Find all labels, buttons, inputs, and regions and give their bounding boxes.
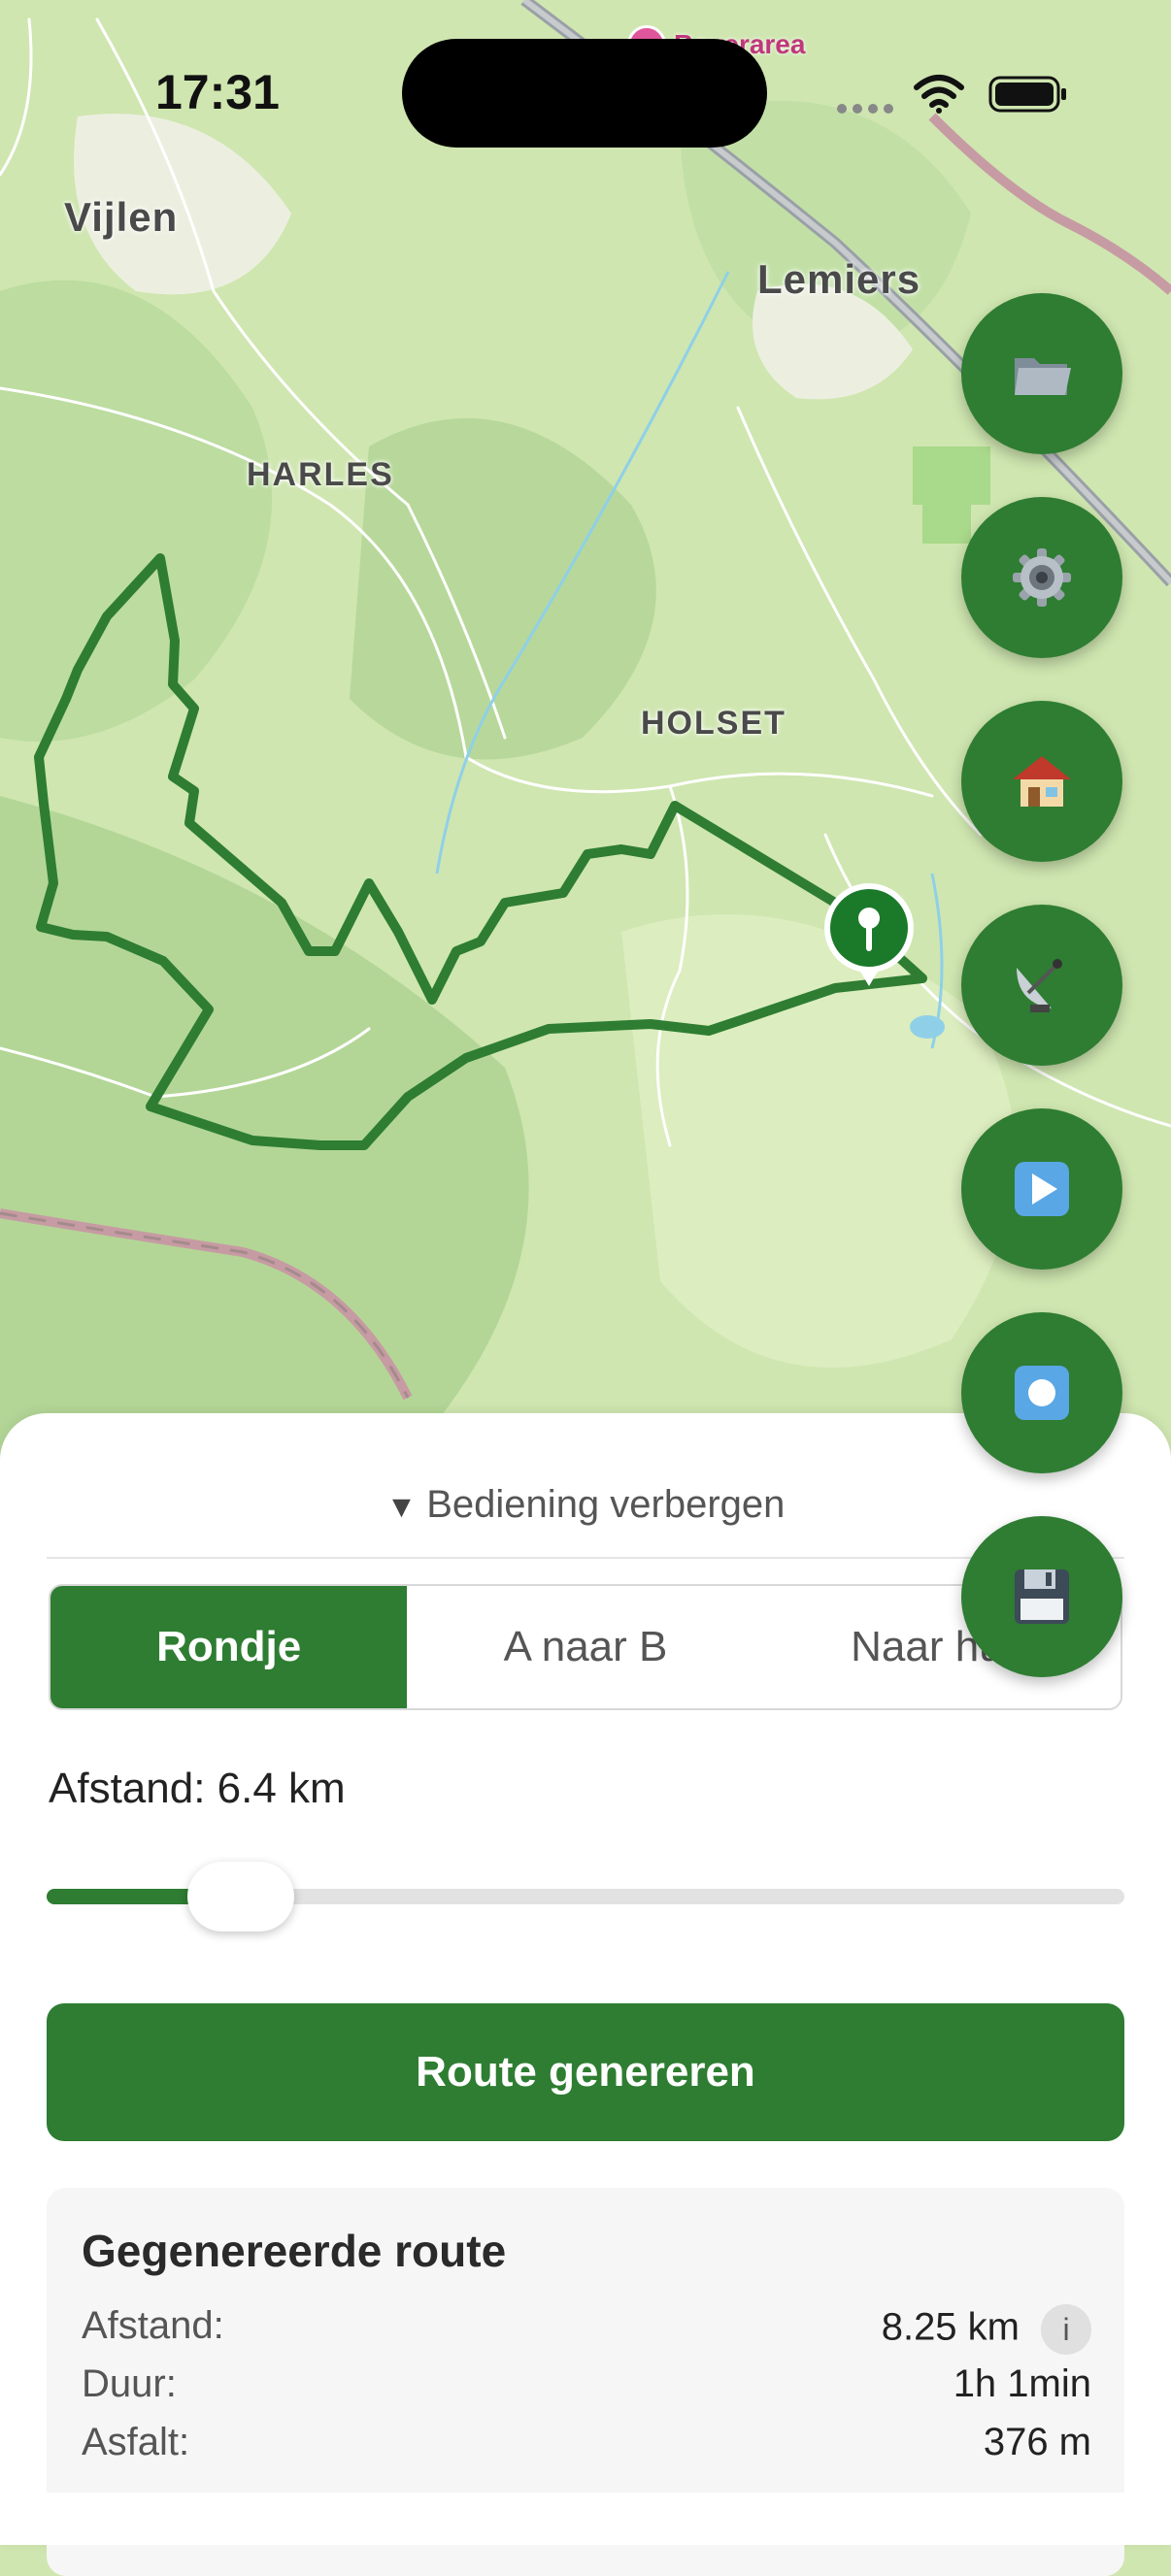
save-button[interactable] (961, 1516, 1122, 1677)
home-button[interactable] (961, 701, 1122, 862)
battery-icon (988, 76, 1066, 113)
info-icon[interactable]: i (1041, 2304, 1091, 2355)
house-icon (1013, 756, 1071, 807)
place-label-holset: HOLSET (641, 705, 786, 742)
location-pin-icon[interactable] (821, 881, 917, 988)
hide-controls-toggle[interactable]: ▼ Bediening verbergen (0, 1483, 1171, 1527)
satellite-dish-icon (1017, 959, 1062, 1012)
place-label-lemiers: Lemiers (757, 256, 921, 302)
stat-value: 8.25 km i (882, 2304, 1091, 2355)
status-bar: 17:31 (0, 0, 1171, 148)
gear-icon (1013, 548, 1071, 607)
wifi-icon (914, 75, 964, 114)
folder-button[interactable] (961, 293, 1122, 454)
stat-row-duration: Duur: 1h 1min (82, 2362, 1091, 2417)
stat-label: Duur: (82, 2362, 177, 2405)
divider (47, 1557, 1124, 1559)
distance-label: Afstand: 6.4 km (49, 1765, 346, 1812)
record-button[interactable] (961, 1312, 1122, 1473)
tab-rondje[interactable]: Rondje (50, 1586, 408, 1708)
hide-controls-label: Bediening verbergen (426, 1483, 786, 1526)
gps-button[interactable] (961, 905, 1122, 1066)
stat-row-distance: Afstand: 8.25 km i (82, 2304, 1091, 2359)
triangle-down-icon: ▼ (385, 1489, 418, 1524)
distance-slider-thumb[interactable] (186, 1862, 294, 1932)
stat-label: Asfalt: (82, 2421, 190, 2463)
play-icon (1015, 1162, 1069, 1216)
generate-route-button[interactable]: Route genereren (47, 2003, 1124, 2141)
folder-icon (1015, 358, 1071, 395)
signal-dots-icon (837, 101, 899, 114)
generated-route-title: Gegenereerde route (82, 2226, 507, 2276)
tab-a-naar-b[interactable]: A naar B (407, 1586, 763, 1708)
dynamic-island (402, 39, 767, 148)
place-label-harles: HARLES (247, 456, 394, 493)
status-time: 17:31 (155, 65, 280, 119)
scroll-cutoff (0, 2493, 1171, 2545)
stat-label: Afstand: (82, 2304, 224, 2347)
play-button[interactable] (961, 1108, 1122, 1270)
stat-row-asphalt: Asfalt: 376 m (82, 2421, 1091, 2475)
stat-value: 376 m (983, 2421, 1091, 2463)
stat-value-text: 8.25 km (881, 2305, 1020, 2349)
floppy-disk-icon (1015, 1569, 1069, 1624)
stat-value: 1h 1min (953, 2362, 1091, 2405)
settings-button[interactable] (961, 497, 1122, 658)
place-label-vijlen: Vijlen (64, 194, 179, 240)
record-icon (1015, 1366, 1069, 1420)
